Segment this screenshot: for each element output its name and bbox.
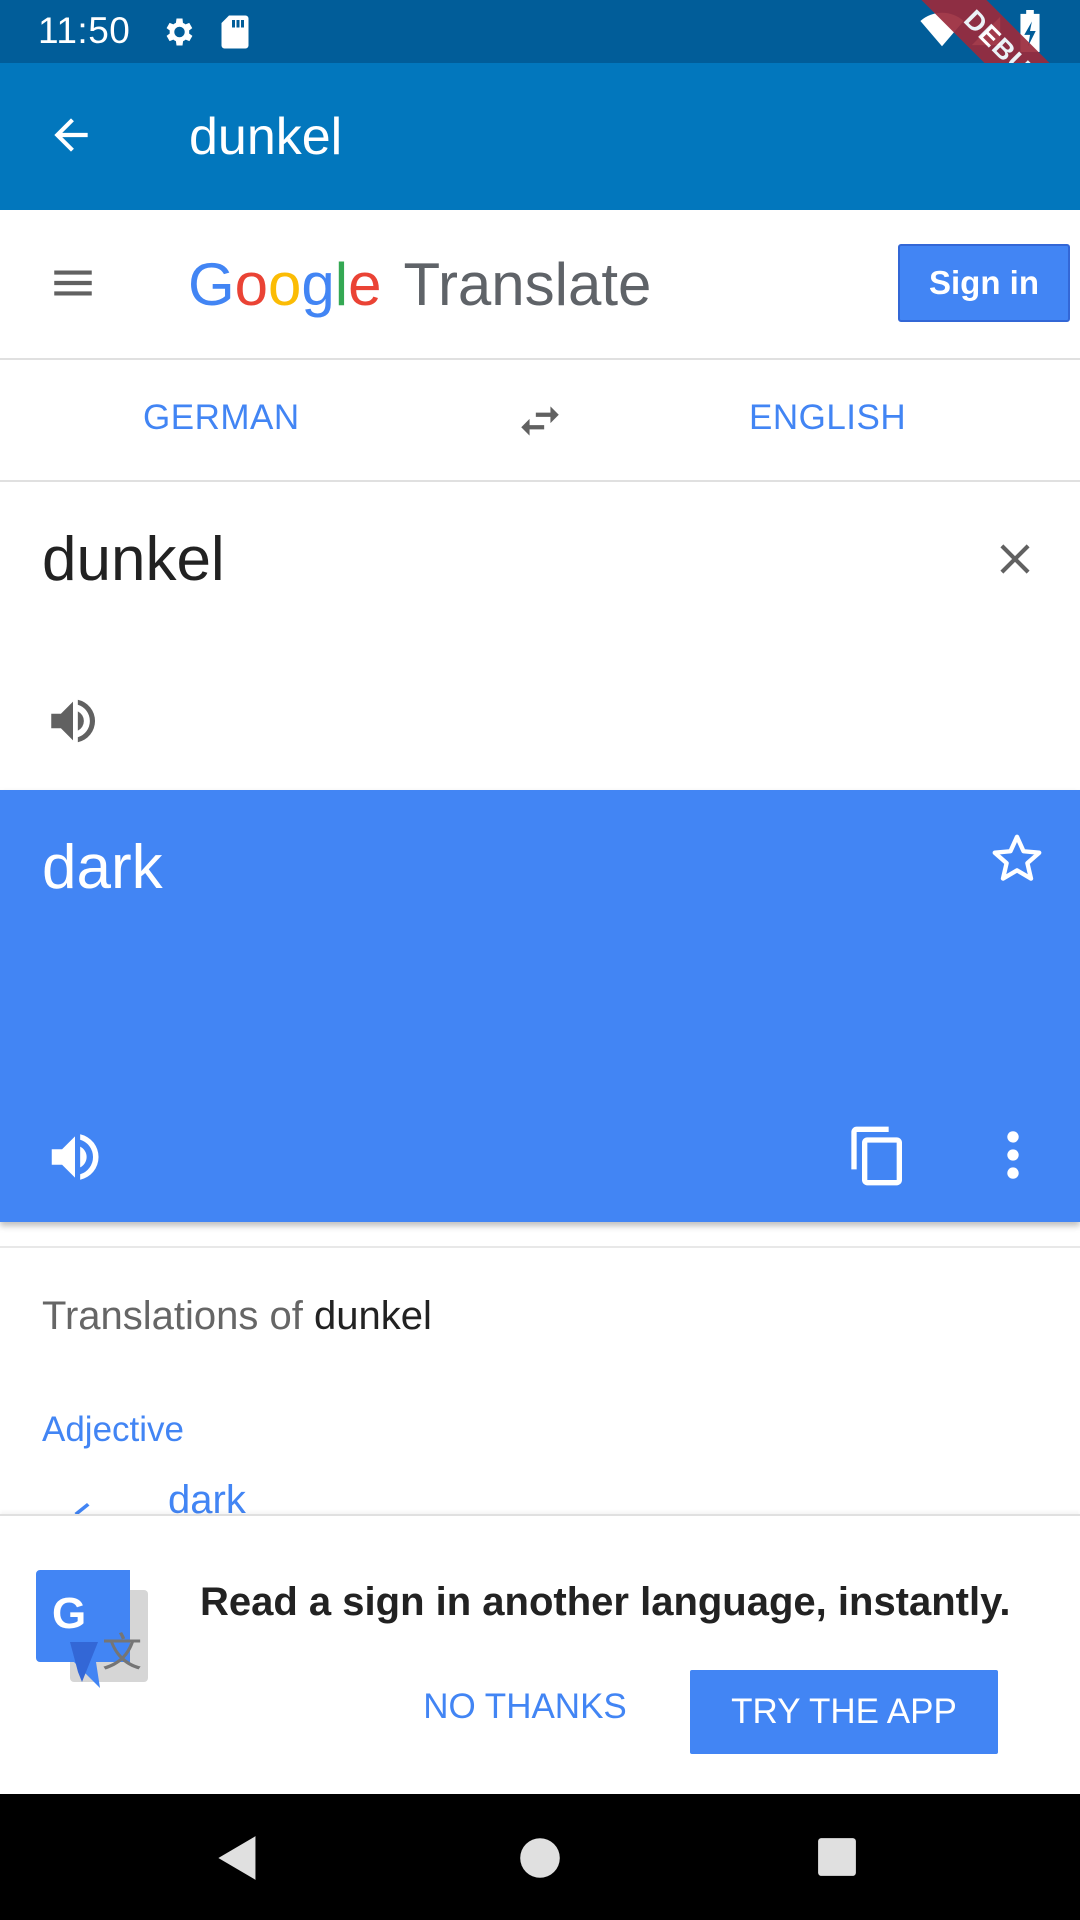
translation-result-text: dark	[42, 833, 163, 902]
translate-app-icon: G 文	[36, 1570, 154, 1688]
svg-text:文: 文	[102, 1630, 142, 1676]
nav-home-icon[interactable]	[518, 1836, 562, 1880]
app-bar: dunkel	[0, 63, 1080, 210]
app-promo-banner: G 文 Read a sign in another language, ins…	[0, 1514, 1080, 1796]
translations-heading: Translations of dunkel	[42, 1294, 432, 1338]
swap-icon[interactable]	[514, 396, 566, 446]
translations-section: Translations of dunkel Adjective dark	[0, 1246, 1080, 1522]
navigation-bar	[0, 1794, 1080, 1920]
translate-header: Google Translate Sign in	[0, 210, 1080, 360]
language-bar: GERMAN ENGLISH	[0, 360, 1080, 482]
back-arrow-icon[interactable]	[46, 110, 96, 160]
no-thanks-button[interactable]: NO THANKS	[410, 1668, 640, 1746]
nav-recents-icon[interactable]	[816, 1836, 858, 1878]
clear-icon[interactable]	[990, 534, 1040, 584]
source-language-button[interactable]: GERMAN	[143, 398, 300, 438]
speaker-icon[interactable]	[44, 1126, 106, 1188]
speaker-icon[interactable]	[44, 692, 102, 750]
settings-icon	[160, 14, 196, 50]
status-bar: 11:50	[0, 0, 1080, 63]
source-text-input[interactable]: dunkel	[42, 524, 225, 595]
star-icon[interactable]	[988, 830, 1046, 888]
part-of-speech-label: Adjective	[42, 1410, 185, 1449]
status-time: 11:50	[38, 10, 131, 51]
nav-back-icon[interactable]	[216, 1834, 260, 1882]
result-panel: dark	[0, 790, 1080, 1222]
more-vert-icon[interactable]	[998, 1124, 1028, 1186]
promo-message: Read a sign in another language, instant…	[200, 1580, 1011, 1624]
target-language-button[interactable]: ENGLISH	[749, 398, 906, 438]
copy-icon[interactable]	[846, 1122, 910, 1190]
app-bar-title: dunkel	[189, 108, 343, 166]
menu-icon[interactable]	[46, 258, 100, 308]
sign-in-button[interactable]: Sign in	[898, 244, 1070, 322]
google-translate-logo[interactable]: Google Translate	[188, 250, 651, 319]
try-the-app-button[interactable]: TRY THE APP	[690, 1670, 998, 1754]
translations-heading-word: dunkel	[313, 1294, 432, 1338]
logo-product-name: Translate	[403, 251, 652, 318]
sd-card-icon	[220, 14, 250, 50]
svg-text:G: G	[52, 1589, 86, 1638]
source-panel: dunkel	[0, 482, 1080, 790]
